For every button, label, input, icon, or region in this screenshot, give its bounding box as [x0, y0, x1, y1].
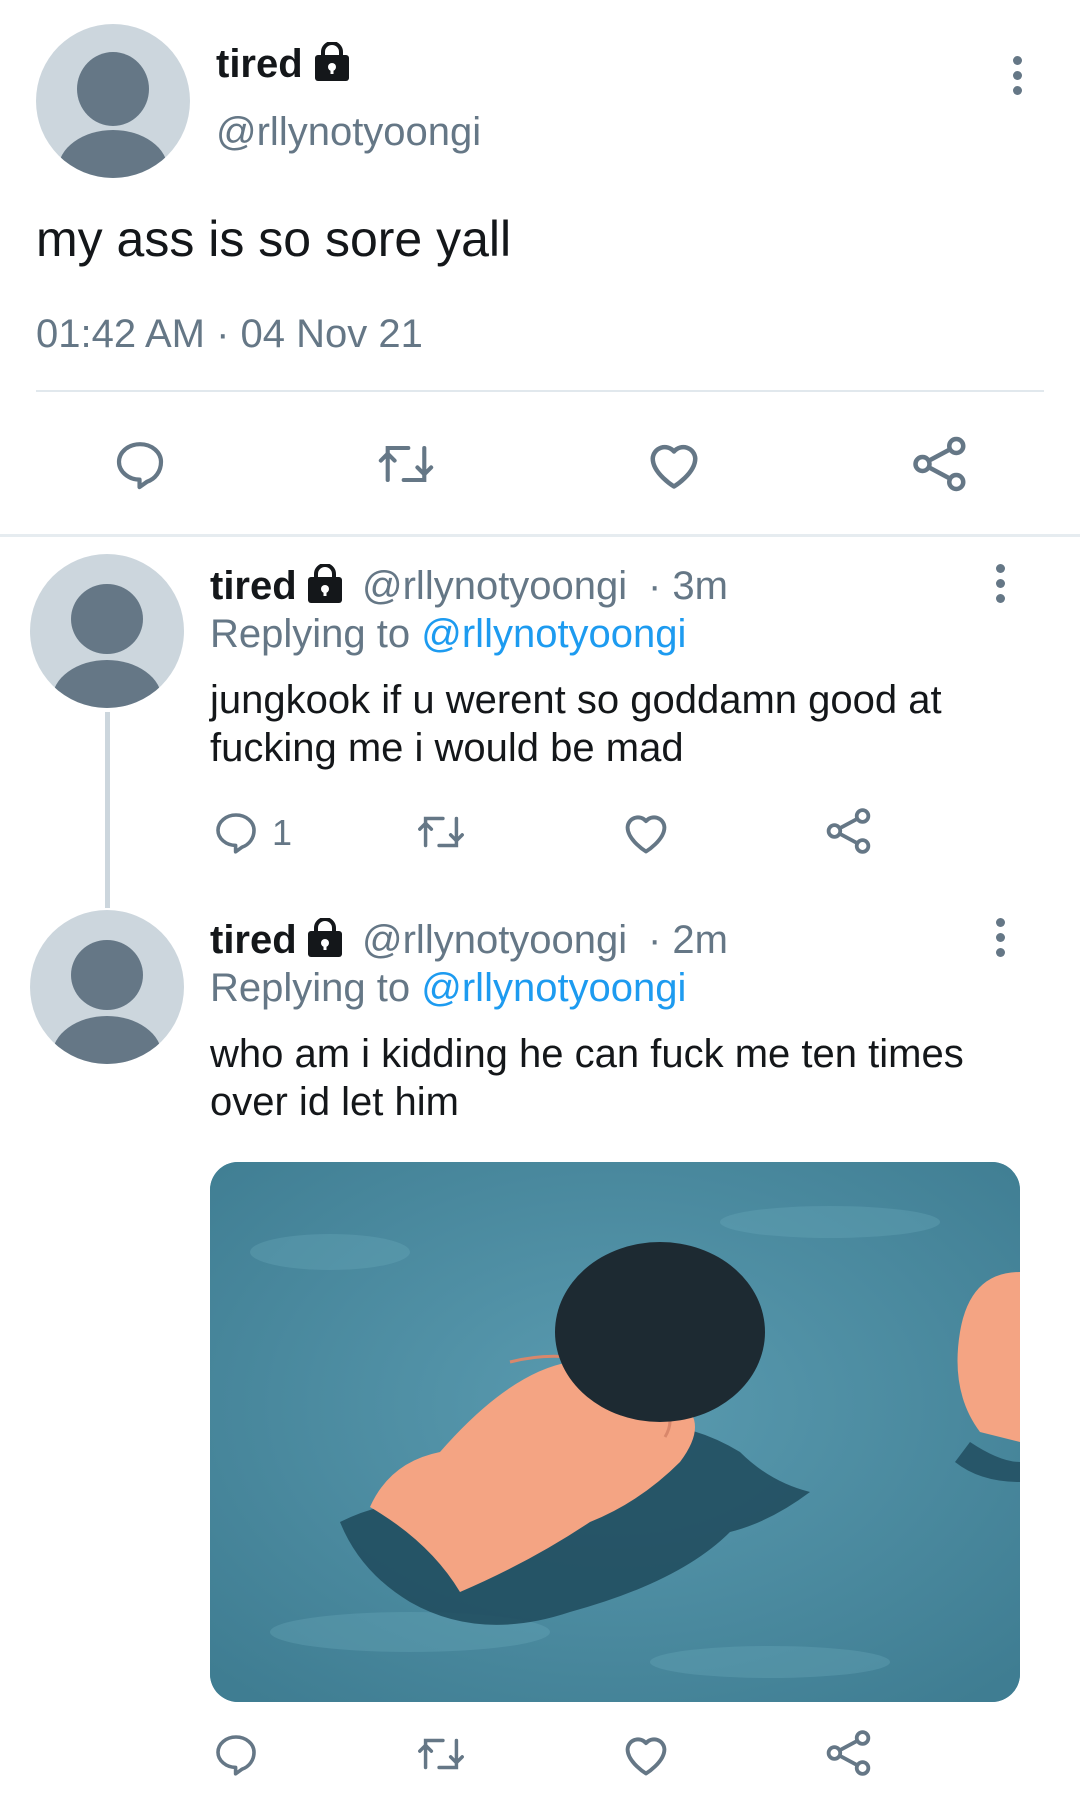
handle[interactable]: @rllynotyoongi [362, 564, 627, 609]
reply-count: 1 [272, 812, 293, 853]
reply-icon[interactable] [212, 808, 260, 856]
like-icon[interactable] [620, 808, 672, 856]
retweet-icon[interactable] [414, 1730, 468, 1778]
time: · 3m [648, 564, 728, 608]
retweet-icon[interactable] [374, 436, 438, 492]
replying-to-link[interactable]: @rllynotyoongi [421, 612, 686, 656]
thread-line [105, 712, 110, 908]
display-name: tired [216, 42, 303, 86]
reply-icon[interactable] [212, 1730, 260, 1778]
share-icon[interactable] [824, 1728, 874, 1778]
time: · 2m [648, 918, 728, 962]
more-vertical-icon[interactable] [990, 918, 1010, 963]
handle[interactable]: @rllynotyoongi [216, 110, 481, 155]
display-name: tired [210, 918, 297, 962]
handle[interactable]: @rllynotyoongi [362, 918, 627, 963]
share-icon[interactable] [910, 434, 970, 494]
tweet-text-line1: who am i kidding he can fuck me ten time… [210, 1032, 964, 1076]
tweet-image[interactable] [210, 1162, 1020, 1702]
replying-to-link[interactable]: @rllynotyoongi [421, 966, 686, 1010]
divider [36, 390, 1044, 392]
like-icon[interactable] [644, 436, 704, 492]
reply-icon[interactable] [112, 436, 168, 492]
avatar[interactable] [36, 24, 190, 178]
replying-label: Replying to @rllynotyoongi [210, 966, 687, 1010]
more-vertical-icon[interactable] [1007, 56, 1027, 101]
avatar[interactable] [30, 554, 184, 708]
retweet-icon[interactable] [414, 808, 468, 856]
tweet-text-line2: fucking me i would be mad [210, 726, 684, 770]
section-divider [0, 534, 1080, 537]
timestamp: 01:42 AM · 04 Nov 21 [36, 312, 423, 356]
more-vertical-icon[interactable] [990, 564, 1010, 609]
like-icon[interactable] [620, 1730, 672, 1778]
lock-icon [305, 564, 345, 604]
lock-icon [312, 42, 352, 82]
replying-label: Replying to @rllynotyoongi [210, 612, 687, 656]
lock-icon [305, 918, 345, 958]
display-name: tired [210, 564, 297, 608]
tweet-text-line1: jungkook if u werent so goddamn good at [210, 678, 942, 722]
tweet-text-line2: over id let him [210, 1080, 459, 1124]
tweet-text: my ass is so sore yall [36, 211, 512, 267]
share-icon[interactable] [824, 806, 874, 856]
avatar[interactable] [30, 910, 184, 1064]
